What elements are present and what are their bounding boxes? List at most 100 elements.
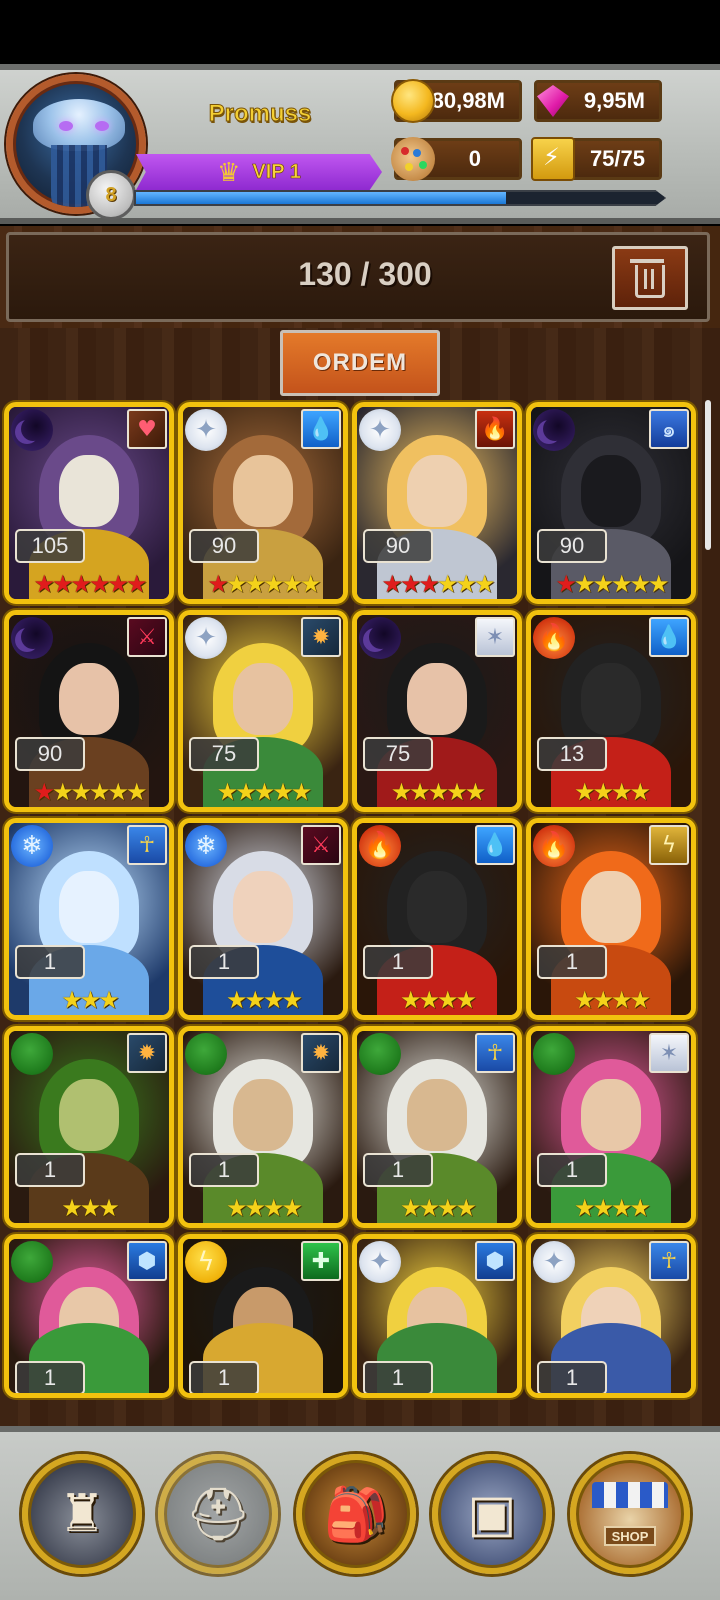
gold-star-icon: ★ xyxy=(592,1194,613,1222)
class-flame-icon: 🔥 xyxy=(475,409,515,449)
hero-card[interactable]: ⚔ 90 ★★★★★★ xyxy=(4,610,174,812)
gold-coin-icon xyxy=(391,79,435,123)
hero-card[interactable]: ⬢ 1 xyxy=(4,1234,174,1398)
element-nature-icon xyxy=(359,1033,401,1075)
gold-star-icon: ★ xyxy=(455,570,477,598)
hero-level: 1 xyxy=(363,1153,433,1187)
hero-card[interactable]: ϟ ✚ 1 xyxy=(178,1234,348,1398)
hero-level: 1 xyxy=(537,1153,607,1187)
player-name: Promuss xyxy=(208,100,312,128)
hero-card[interactable]: ❄ ⚔ 1 ★★★★ xyxy=(178,818,348,1020)
gold-star-icon: ★ xyxy=(244,1194,265,1222)
hero-grid-scrollbar[interactable] xyxy=(705,400,711,550)
energy-counter[interactable]: 75/75 xyxy=(531,137,662,181)
gold-star-icon: ★ xyxy=(648,570,669,598)
hero-card[interactable]: ✦ ⬢ 1 xyxy=(352,1234,522,1398)
hero-face xyxy=(407,663,467,735)
element-dark-icon xyxy=(11,617,53,659)
element-dark-icon xyxy=(533,409,575,451)
hero-level: 13 xyxy=(537,737,607,771)
class-heart-icon: ♥ xyxy=(127,409,167,449)
red-star-icon: ★ xyxy=(51,570,73,598)
hero-card[interactable]: ✶ 1 ★★★★ xyxy=(526,1026,696,1228)
hero-star-rating: ★★★★★ xyxy=(357,779,517,805)
nav-backpack-button[interactable]: 🎒 xyxy=(296,1454,416,1574)
treasure-chest-icon: ▣ xyxy=(467,1484,517,1544)
element-ice-icon: ❄ xyxy=(11,825,53,867)
gold-star-icon: ★ xyxy=(474,570,495,598)
gold-star-icon: ★ xyxy=(390,778,412,806)
hero-card[interactable]: ✦ ☥ 1 xyxy=(526,1234,696,1398)
gold-star-icon: ★ xyxy=(79,1194,101,1222)
element-dark-icon xyxy=(11,409,53,451)
gold-star-icon: ★ xyxy=(399,1194,421,1222)
gold-star-icon: ★ xyxy=(244,570,265,598)
red-star-icon: ★ xyxy=(418,570,439,598)
gold-star-icon: ★ xyxy=(418,1194,439,1222)
gold-star-icon: ★ xyxy=(61,1194,82,1222)
gold-star-icon: ★ xyxy=(263,1194,284,1222)
class-hex-icon: ⬢ xyxy=(475,1241,515,1281)
coins-counter[interactable]: 80,98M xyxy=(391,79,522,123)
gold-star-icon: ★ xyxy=(573,986,595,1014)
hero-card[interactable]: ✹ 1 ★★★★ xyxy=(178,1026,348,1228)
gold-star-icon: ★ xyxy=(98,986,119,1014)
gold-star-icon: ★ xyxy=(89,778,110,806)
hero-card[interactable]: ☥ 1 ★★★★ xyxy=(352,1026,522,1228)
gold-star-icon: ★ xyxy=(300,570,321,598)
nav-chest-button[interactable]: ▣ xyxy=(432,1454,552,1574)
gold-star-icon: ★ xyxy=(592,986,613,1014)
element-nature-icon xyxy=(185,1033,227,1075)
red-star-icon: ★ xyxy=(33,778,54,806)
hero-card[interactable]: ✶ 75 ★★★★★ xyxy=(352,610,522,812)
paint-counter[interactable]: 0 xyxy=(391,137,522,181)
trash-button[interactable] xyxy=(612,246,688,310)
class-star-icon: ✶ xyxy=(649,1033,689,1073)
nav-castle-button[interactable]: ♜ xyxy=(22,1454,142,1574)
class-ankh-icon: ☥ xyxy=(475,1033,515,1073)
gold-star-icon: ★ xyxy=(253,778,275,806)
red-star-icon: ★ xyxy=(89,570,110,598)
class-burst-icon: ✹ xyxy=(127,1033,167,1073)
hero-level: 1 xyxy=(537,1361,607,1393)
class-hex-icon: ⬢ xyxy=(127,1241,167,1281)
avatar-eye-left xyxy=(59,121,73,131)
sort-button[interactable]: ORDEM xyxy=(280,330,440,396)
class-water-icon: 💧 xyxy=(649,617,689,657)
gold-star-icon: ★ xyxy=(573,1194,595,1222)
hero-card[interactable]: 🔥 💧 1 ★★★★ xyxy=(352,818,522,1020)
hero-card[interactable]: ♥ 105 ★★★★★★ xyxy=(4,402,174,604)
red-star-icon: ★ xyxy=(107,570,129,598)
element-fire-icon: 🔥 xyxy=(533,825,575,867)
gold-star-icon: ★ xyxy=(611,986,632,1014)
hero-card[interactable]: ✦ ✹ 75 ★★★★★ xyxy=(178,610,348,812)
paint-value: 0 xyxy=(468,146,481,171)
nav-heroes-button[interactable]: ⛑ xyxy=(158,1454,278,1574)
nav-shop-button[interactable]: SHOP xyxy=(570,1454,690,1574)
gold-star-icon: ★ xyxy=(573,570,595,598)
gold-star-icon: ★ xyxy=(437,1194,458,1222)
hero-card[interactable]: ✦ 💧 90 ★★★★★★ xyxy=(178,402,348,604)
backpack-icon: 🎒 xyxy=(323,1484,389,1545)
hero-star-rating: ★★★★★★ xyxy=(9,779,169,805)
hero-face xyxy=(407,1079,467,1151)
vip-banner[interactable]: ♛ VIP 1 xyxy=(136,154,382,190)
element-nature-icon xyxy=(533,1033,575,1075)
hero-card[interactable]: 🔥 💧 13 ★★★★ xyxy=(526,610,696,812)
hero-card[interactable]: 🔥 ϟ 1 ★★★★ xyxy=(526,818,696,1020)
class-ankh-icon: ☥ xyxy=(127,825,167,865)
red-star-icon: ★ xyxy=(399,570,421,598)
element-light-icon: ✦ xyxy=(359,1241,401,1283)
hero-card[interactable]: ✹ 1 ★★★ xyxy=(4,1026,174,1228)
hero-face xyxy=(581,871,641,943)
hero-card[interactable]: ✦ 🔥 90 ★★★★★★ xyxy=(352,402,522,604)
helmet-icon: ⛑ xyxy=(184,1484,251,1545)
hero-star-rating: ★★★ xyxy=(9,1195,169,1221)
class-burst-icon: ✹ xyxy=(301,617,341,657)
hero-card[interactable]: ๑ 90 ★★★★★★ xyxy=(526,402,696,604)
gold-star-icon: ★ xyxy=(225,986,247,1014)
gems-counter[interactable]: 9,95M xyxy=(534,80,662,122)
gold-star-icon: ★ xyxy=(455,986,477,1014)
element-nature-icon xyxy=(11,1241,53,1283)
hero-card[interactable]: ❄ ☥ 1 ★★★ xyxy=(4,818,174,1020)
